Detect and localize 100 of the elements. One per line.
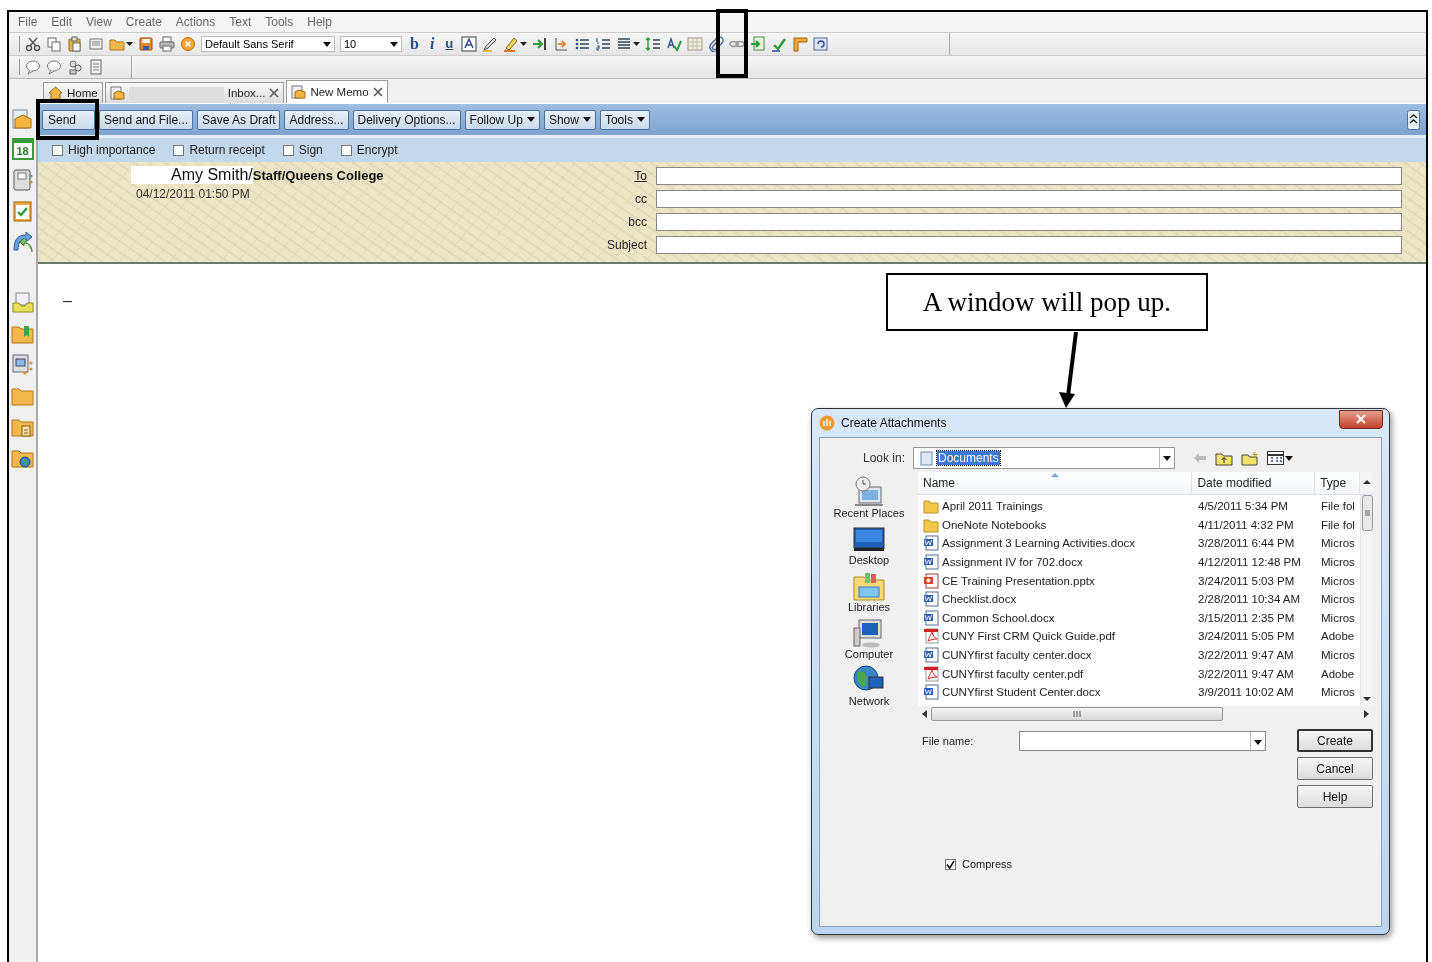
menu-item[interactable]: Actions <box>168 15 223 29</box>
checkbox[interactable] <box>173 144 185 156</box>
cancel-icon[interactable] <box>180 36 196 52</box>
file-name-cell[interactable]: CUNYfirst Student Center.docx <box>918 682 1193 702</box>
scrollbar-thumb[interactable] <box>1361 495 1373 531</box>
file-name-cell[interactable]: CUNY First CRM Quick Guide.pdf <box>918 627 1193 646</box>
format-button[interactable]: u <box>442 36 457 52</box>
print-icon[interactable] <box>159 36 175 52</box>
envelope-icon[interactable] <box>11 107 34 130</box>
caret-icon[interactable] <box>633 41 641 47</box>
place-item[interactable]: Desktop <box>848 522 890 566</box>
caret-icon[interactable] <box>582 117 591 122</box>
action-button[interactable]: Delivery Options... <box>352 109 461 130</box>
speech-bubble-icon[interactable] <box>25 59 41 75</box>
file-name-cell[interactable]: Assignment IV for 702.docx <box>918 552 1193 572</box>
input-field[interactable] <box>656 167 1402 185</box>
place-item[interactable]: Network <box>848 663 890 707</box>
scissors-icon[interactable] <box>25 36 41 52</box>
bullet-list-icon[interactable] <box>574 36 591 52</box>
caret-icon[interactable] <box>526 117 535 122</box>
font-size-dropdown[interactable]: 10 <box>340 36 402 52</box>
field-link[interactable]: To <box>606 167 647 185</box>
save-icon[interactable] <box>138 36 154 52</box>
input-field[interactable] <box>656 190 1402 208</box>
close-icon[interactable] <box>269 88 280 98</box>
file-name-cell[interactable]: OneNote Notebooks <box>918 515 1193 535</box>
caret-icon[interactable] <box>323 41 331 47</box>
caret-icon[interactable] <box>390 41 398 47</box>
column-header[interactable]: Type <box>1315 472 1360 494</box>
calendar-icon[interactable]: 18 <box>11 138 34 160</box>
checkbox[interactable] <box>282 144 294 156</box>
folder-up-icon[interactable] <box>1215 450 1233 466</box>
dialog-button[interactable]: Cancel <box>1297 757 1373 780</box>
input-field[interactable] <box>656 236 1402 254</box>
menu-item[interactable]: Edit <box>44 15 80 29</box>
file-name-cell[interactable]: CUNYfirst faculty center.docx <box>918 645 1193 665</box>
dropdown-arrow-icon[interactable] <box>1163 455 1171 461</box>
close-button[interactable] <box>1339 409 1383 429</box>
scroll-right-icon[interactable] <box>1364 710 1369 718</box>
input-field[interactable] <box>656 213 1402 231</box>
column-header[interactable]: Date modified <box>1192 472 1316 494</box>
checkbox[interactable] <box>52 144 63 156</box>
font-dropdown[interactable]: Default Sans Serif <box>201 36 335 52</box>
action-button[interactable]: Show <box>543 109 596 130</box>
notebook-icon[interactable] <box>11 168 34 191</box>
paperclip-icon[interactable] <box>708 36 725 52</box>
action-button[interactable]: Send <box>42 109 96 130</box>
format-button[interactable]: b <box>407 36 422 52</box>
people-icon[interactable] <box>67 59 83 75</box>
caret-icon[interactable] <box>520 41 528 47</box>
file-name-cell[interactable]: April 2011 Trainings <box>918 497 1193 516</box>
file-name-cell[interactable]: CUNYfirst faculty center.pdf <box>918 664 1193 683</box>
curved-arrows-icon[interactable] <box>11 230 34 253</box>
dropdown-arrow-icon[interactable] <box>1254 739 1262 745</box>
scrollbar-thumb[interactable] <box>931 707 1223 721</box>
checklist-icon[interactable] <box>11 199 34 222</box>
dialog-button[interactable]: Help <box>1297 785 1373 808</box>
menu-item[interactable]: Tools <box>258 15 301 29</box>
new-folder-icon[interactable] <box>1241 450 1259 466</box>
look-in-dropdown[interactable]: Documents <box>913 447 1175 469</box>
place-item[interactable]: Recent Places <box>833 475 905 519</box>
menu-item[interactable]: Create <box>118 15 169 29</box>
refresh-icon[interactable] <box>813 36 830 52</box>
copy-icon[interactable] <box>46 36 62 52</box>
speech-bubble-icon[interactable] <box>46 59 62 75</box>
arrow-icon[interactable] <box>532 36 549 52</box>
scroll-up-icon[interactable] <box>1362 479 1371 485</box>
checkmark-icon[interactable] <box>771 36 788 52</box>
action-button[interactable]: Save As Draft <box>197 109 281 130</box>
close-icon[interactable] <box>372 87 383 97</box>
caret-icon[interactable] <box>1285 455 1293 461</box>
file-name-cell[interactable]: CE Training Presentation.pptx <box>918 571 1193 590</box>
dialog-button[interactable]: Create <box>1297 729 1373 752</box>
align-icon[interactable] <box>616 36 633 52</box>
menu-item[interactable]: File <box>11 15 45 29</box>
scroll-left-icon[interactable] <box>922 710 927 718</box>
action-button[interactable]: Tools <box>599 109 650 130</box>
pen-icon[interactable] <box>482 36 499 52</box>
caret-icon[interactable] <box>126 41 133 47</box>
spell-check-icon[interactable] <box>666 36 683 52</box>
menu-item[interactable]: Text <box>222 15 259 29</box>
tab[interactable]: New Memo <box>286 80 388 103</box>
action-button[interactable]: Address... <box>284 109 349 130</box>
paste-icon[interactable] <box>67 36 83 52</box>
file-name-cell[interactable]: Common School.docx <box>918 608 1193 628</box>
checkbox[interactable] <box>340 144 352 156</box>
window-diagram-icon[interactable] <box>11 353 34 376</box>
numbered-list-icon[interactable] <box>595 36 612 52</box>
view-grid-icon[interactable] <box>1267 451 1284 465</box>
text-color-icon[interactable] <box>461 36 478 52</box>
file-name-field[interactable] <box>1019 731 1266 751</box>
menu-item[interactable]: Help <box>300 15 339 29</box>
corner-icon[interactable] <box>792 36 809 52</box>
collapse-icon[interactable] <box>1407 109 1420 130</box>
line-spacing-icon[interactable] <box>645 36 662 52</box>
checkbox[interactable] <box>945 858 956 870</box>
file-name-cell[interactable]: Assignment 3 Learning Activities.docx <box>918 534 1193 553</box>
action-button[interactable]: Send and File... <box>99 109 194 130</box>
place-item[interactable]: Libraries <box>847 569 891 613</box>
menu-item[interactable]: View <box>79 15 119 29</box>
